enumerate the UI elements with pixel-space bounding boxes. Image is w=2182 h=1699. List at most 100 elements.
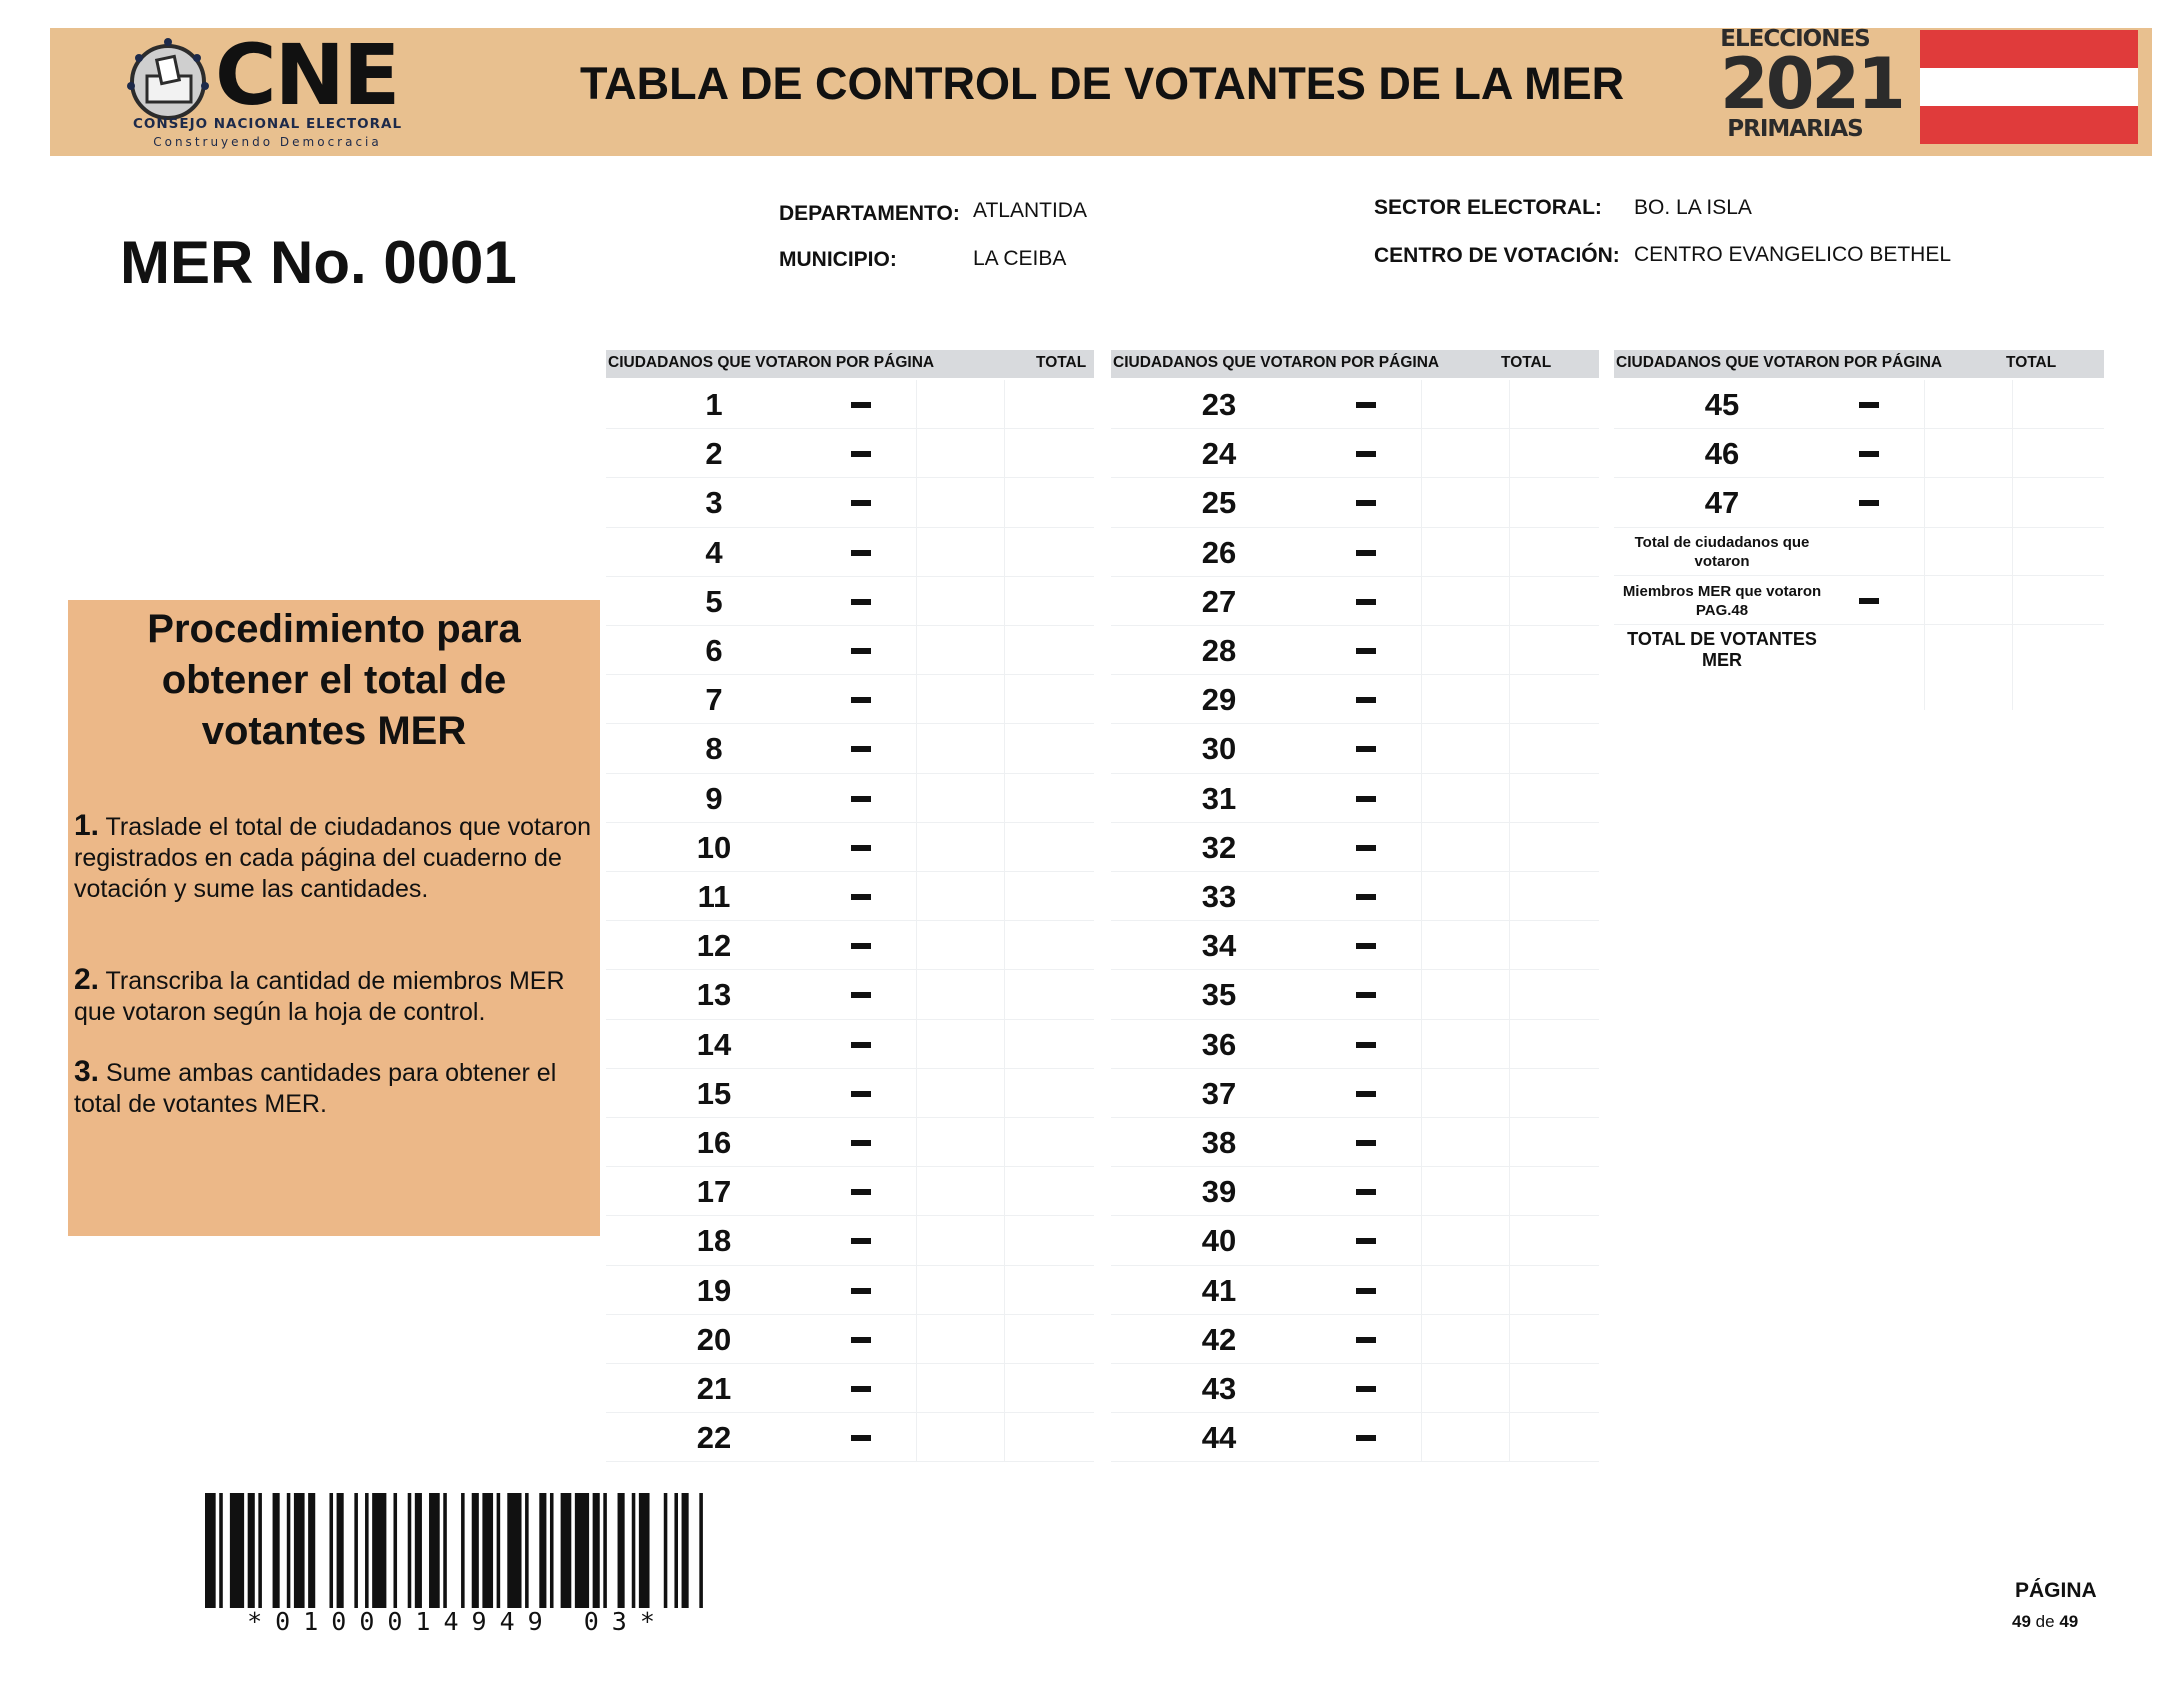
table-row: 16 (606, 1118, 1094, 1168)
empty-value-dash (851, 1041, 871, 1048)
empty-value-dash (1356, 1287, 1376, 1294)
page-number: 5 (705, 583, 723, 619)
barcode-bar (638, 1493, 650, 1608)
procedure-title: Procedimiento para obtener el total de v… (147, 607, 521, 753)
table-row: 32 (1111, 823, 1599, 872)
page-number: 20 (696, 1321, 732, 1357)
page-number: 13 (696, 977, 732, 1013)
page-number: 21 (696, 1371, 732, 1406)
barcode-bar (258, 1493, 262, 1608)
table-row: 7 (606, 675, 1094, 725)
page-number: 10 (696, 829, 732, 865)
page-number: 27 (1201, 583, 1237, 619)
table-row: 11 (606, 872, 1094, 922)
document-title: TABLA DE CONTROL DE VOTANTES DE LA MER (580, 58, 1625, 109)
departamento-value: ATLANTIDA (973, 199, 1087, 222)
empty-value-dash (851, 1189, 871, 1196)
barcode-bar (308, 1493, 316, 1608)
column-header: CIUDADANOS QUE VOTARON POR PÁGINA TOTAL (1111, 350, 1599, 378)
barcode-bar (560, 1493, 572, 1608)
empty-value-dash (1356, 1386, 1376, 1392)
procedure-step-1: 1. Traslade el total de ciudadanos que v… (74, 810, 594, 905)
barcode-bar (461, 1493, 465, 1608)
page-number: 30 (1201, 731, 1237, 767)
column-header-total: TOTAL (2006, 354, 2057, 371)
table-row: 17 (606, 1167, 1094, 1217)
empty-value-dash (1859, 500, 1879, 507)
table-row: 3 (606, 478, 1094, 528)
barcode-bar (354, 1493, 358, 1608)
barcode-bar (372, 1493, 387, 1608)
barcode-bar (286, 1493, 291, 1608)
page-number: 25 (1201, 485, 1237, 521)
municipio-label: MUNICIPIO: (779, 248, 897, 271)
page-current: 49 (2012, 1612, 2031, 1631)
page-number: 6 (705, 633, 723, 668)
empty-value-dash (1356, 402, 1376, 408)
empty-value-dash (1356, 451, 1376, 458)
barcode-bar (507, 1493, 522, 1608)
barcode-bar (574, 1493, 590, 1608)
empty-value-dash (851, 598, 871, 605)
flag-white-stripe (1920, 68, 2138, 106)
barcode-bar (525, 1493, 529, 1608)
page-number: 17 (696, 1174, 732, 1210)
table-row: 33 (1111, 872, 1599, 922)
barcode-bar (393, 1493, 398, 1608)
column-header-total: TOTAL (1036, 354, 1087, 371)
summary-label: Miembros MER que votaron PAG.48 (1622, 583, 1822, 619)
empty-value-dash (1356, 500, 1376, 507)
table-row: 2 (606, 429, 1094, 479)
page-number: 15 (696, 1075, 732, 1111)
sector-label: SECTOR ELECTORAL: (1374, 196, 1602, 219)
page-number: 4 (705, 534, 723, 570)
table-row: 25 (1111, 478, 1599, 528)
table-row: 41 (1111, 1266, 1599, 1315)
column-header-label: CIUDADANOS QUE VOTARON POR PÁGINA (1616, 354, 1943, 371)
elections-badge: ELECCIONES 2021 PRIMARIAS (1720, 26, 1906, 156)
empty-value-dash (1859, 402, 1879, 408)
table-row: 31 (1111, 774, 1599, 823)
table-row: 20 (606, 1315, 1094, 1364)
empty-value-dash (851, 1090, 871, 1097)
mer-number: MER No. 0001 (120, 229, 517, 296)
page-number: 44 (1201, 1420, 1237, 1456)
barcode-bar (674, 1493, 678, 1608)
barcode-bar (539, 1493, 547, 1608)
barcode-bar (482, 1493, 494, 1608)
page-number: 22 (696, 1420, 732, 1456)
empty-value-dash (851, 451, 871, 458)
empty-value-dash (1356, 844, 1376, 851)
page-number: 12 (696, 928, 732, 964)
column-header: CIUDADANOS QUE VOTARON POR PÁGINA TOTAL (606, 350, 1094, 378)
empty-value-dash (851, 795, 871, 802)
empty-value-dash (1356, 992, 1376, 999)
empty-value-dash (1356, 648, 1376, 654)
empty-value-dash (851, 844, 871, 851)
column-header: CIUDADANOS QUE VOTARON POR PÁGINA TOTAL (1614, 350, 2104, 378)
table-row: 37 (1111, 1069, 1599, 1118)
ballot-box-icon (127, 38, 209, 120)
barcode-bar (681, 1493, 689, 1608)
empty-value-dash (851, 746, 871, 753)
honduras-flag (1920, 30, 2138, 144)
empty-value-dash (851, 1336, 871, 1343)
empty-value-dash (851, 1287, 871, 1294)
table-row: 34 (1111, 921, 1599, 971)
barcode-bar (699, 1493, 703, 1608)
step-number: 2. (74, 963, 100, 996)
table-row: 30 (1111, 724, 1599, 774)
barcode-bar (205, 1493, 216, 1608)
page-number: 11 (697, 879, 731, 914)
empty-value-dash (851, 1238, 871, 1245)
barcode-bar (592, 1493, 600, 1608)
barcode-bar (617, 1493, 625, 1608)
table-row: 23 (1111, 380, 1599, 430)
empty-value-dash (851, 1140, 871, 1146)
empty-value-dash (1356, 1140, 1376, 1146)
table-row: 18 (606, 1216, 1094, 1266)
empty-value-dash (1356, 894, 1376, 900)
table-row: 45 (1614, 380, 2104, 430)
empty-value-dash (851, 500, 871, 507)
barcode-bar (407, 1493, 412, 1608)
